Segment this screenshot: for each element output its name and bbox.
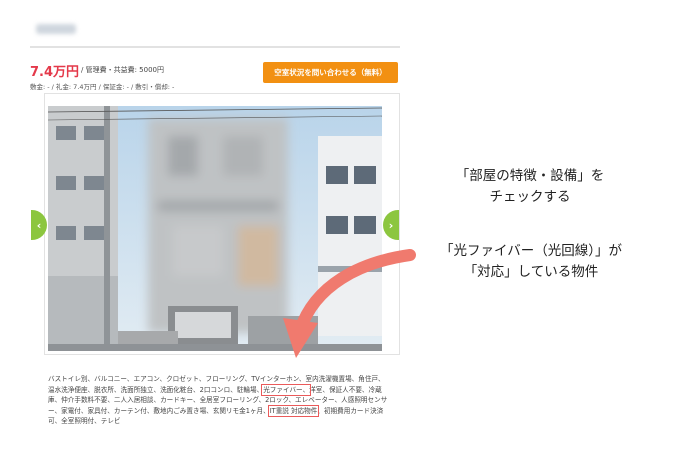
annotation-note-features-line1: 「部屋の特徴・設備」を [455,168,605,184]
annotation-note-features: 「部屋の特徴・設備」を チェックする [420,166,640,208]
annotation-note-fiber-line2: 「対応」している物件 [463,264,599,280]
annotation-arrow-icon [283,249,416,358]
annotation-note-features-line2: チェックする [489,189,571,205]
annotation-note-fiber: 「光ファイバー（光回線）」が 「対応」している物件 [406,241,656,283]
annotation-note-fiber-line1: 「光ファイバー（光回線）」が [440,243,622,259]
